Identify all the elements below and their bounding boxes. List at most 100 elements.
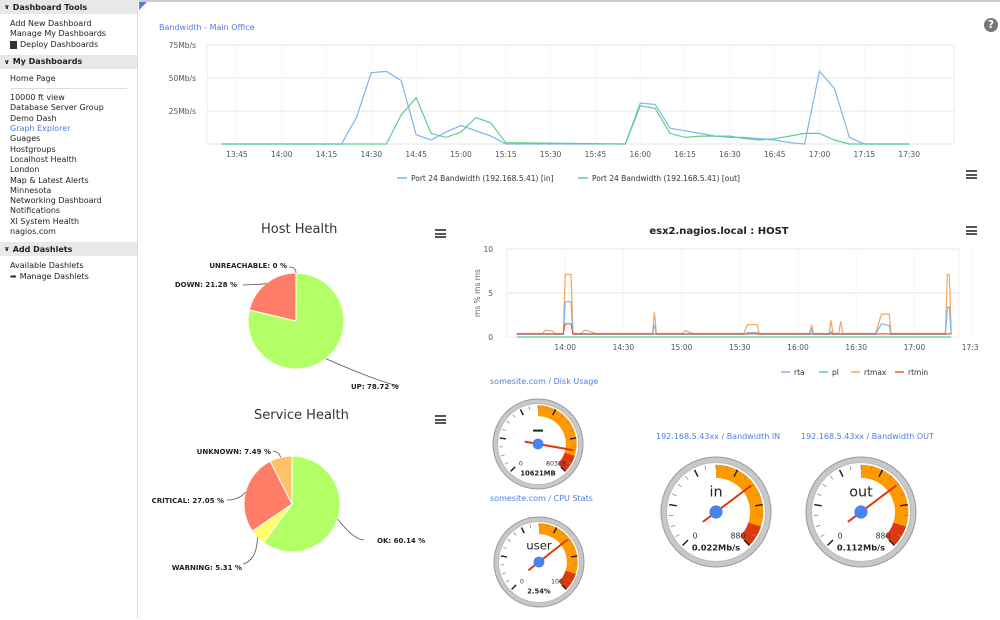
legend-item-rta: rta xyxy=(794,368,805,377)
add-new-dashboard-link[interactable]: Add New Dashboard xyxy=(10,19,137,29)
pie-data-label: UNKNOWN: 7.49 % xyxy=(197,448,271,456)
sidebar-item-dashboard[interactable]: nagios.com xyxy=(10,227,137,237)
gauge-tick xyxy=(672,494,676,496)
gauge-tick xyxy=(562,585,566,589)
pie-connector xyxy=(338,519,364,540)
bandwidth-menu-icon[interactable] xyxy=(966,170,977,179)
gauge-tick xyxy=(566,421,569,423)
legend-item-rtmax: rtmax xyxy=(864,368,887,377)
x-tick-label: 15:45 xyxy=(585,150,607,159)
gauge-face xyxy=(812,463,911,562)
cpu-stats-link[interactable]: somesite.com / CPU Stats xyxy=(490,494,593,503)
gauge-tick xyxy=(501,556,507,557)
gauge-tick xyxy=(530,524,531,528)
pie-data-label: WARNING: 5.31 % xyxy=(172,564,242,572)
gauge-tick xyxy=(676,534,680,536)
gauge-tick xyxy=(507,421,510,423)
gauge-tick xyxy=(514,533,516,536)
sidebar-item-dashboard[interactable]: Hostgroups xyxy=(10,145,137,155)
gauge-min: 0 xyxy=(519,461,523,468)
sidebar-item-dashboard[interactable]: London xyxy=(10,165,137,175)
gauge-tick xyxy=(571,547,574,548)
host-health-pie: UP: 78.72 % DOWN: 21.28 % UNREACHABLE: 0 % xyxy=(139,242,459,427)
gauge-label: in xyxy=(709,485,722,501)
pie-data-label: UNREACHABLE: 0 % xyxy=(209,262,287,270)
gauge-tick xyxy=(553,410,556,416)
gauge-1: user01002.54% xyxy=(494,517,584,607)
sidebar-item-dashboard[interactable]: Networking Dashboard xyxy=(10,196,137,206)
available-dashlets-link[interactable]: Available Dashlets xyxy=(10,261,137,271)
gauge-tick xyxy=(546,406,547,410)
x-tick-label: 16:45 xyxy=(764,150,786,159)
gauge-warning-zone xyxy=(538,405,577,456)
gauge-warning-zone xyxy=(539,523,578,574)
bandwidth-in-link[interactable]: 192.168.5.43xx / Bandwidth IN xyxy=(656,432,780,441)
gauge-tick xyxy=(554,528,557,534)
gauge-tick xyxy=(569,580,572,582)
home-page-link[interactable]: Home Page xyxy=(10,74,137,84)
y-tick-label: 75Mb/s xyxy=(169,41,196,50)
gauge-tick xyxy=(830,476,833,479)
gauge-tick xyxy=(901,494,905,496)
x-tick-label: 14:45 xyxy=(405,150,427,159)
gauge-needle xyxy=(703,486,751,522)
sidebar-item-dashboard[interactable]: 10000 ft view xyxy=(10,93,137,103)
host-perf-chart: esx2.nagios.local : HOST0510ms % ms ms14… xyxy=(459,212,979,382)
gauge-tick xyxy=(562,533,564,536)
host-perf-menu-icon[interactable] xyxy=(966,226,977,235)
manage-my-dashboards-link[interactable]: Manage My Dashboards xyxy=(10,29,137,39)
gauge-tick xyxy=(898,534,902,536)
y-tick-label: 5 xyxy=(488,289,493,298)
gauge-tick xyxy=(744,540,749,545)
gauge-hub xyxy=(709,505,722,518)
x-tick-label: 16:00 xyxy=(787,343,809,352)
sidebar: ∨Dashboard Tools Add New Dashboard Manag… xyxy=(0,0,138,618)
gauge-face xyxy=(667,463,766,562)
x-tick-label: 14:00 xyxy=(554,343,576,352)
pie-connector xyxy=(273,451,281,457)
sidebar-item-dashboard[interactable]: Localhost Health xyxy=(10,155,137,165)
gauge-needle xyxy=(525,442,574,451)
sidebar-item-dashboard[interactable]: XI System Health xyxy=(10,217,137,227)
plot-area xyxy=(207,45,954,144)
gauge-tick xyxy=(678,484,682,487)
section-header-add-dashlets[interactable]: ∨Add Dashlets xyxy=(0,242,137,256)
chevron-down-icon: ∨ xyxy=(4,3,10,11)
section-header-my-dashboards[interactable]: ∨My Dashboards xyxy=(0,55,137,69)
host-health-title: Host Health xyxy=(261,222,337,237)
disk-usage-link[interactable]: somesite.com / Disk Usage xyxy=(490,377,598,386)
sidebar-item-dashboard[interactable]: Demo Dash xyxy=(10,114,137,124)
gauge-tick xyxy=(705,466,706,470)
x-tick-label: 16:30 xyxy=(845,343,867,352)
y-tick-label: 25Mb/s xyxy=(169,107,196,116)
x-tick-label: 15:00 xyxy=(671,343,693,352)
x-tick-label: 17:30 xyxy=(962,343,979,352)
gauge-readout: 10621MB xyxy=(520,470,555,478)
gauge-label: user xyxy=(526,538,552,552)
sidebar-item-dashboard[interactable]: Graph Explorer xyxy=(10,124,137,134)
gauge-tick xyxy=(547,524,548,528)
bandwidth-out-link[interactable]: 192.168.5.43xx / Bandwidth OUT xyxy=(801,432,934,441)
gauge-tick xyxy=(561,467,565,471)
sidebar-item-dashboard[interactable]: Minnesota xyxy=(10,186,137,196)
gauge-label: out xyxy=(849,485,873,501)
manage-dashlets-link[interactable]: ➦Manage Dashlets xyxy=(10,272,137,282)
sidebar-item-dashboard[interactable]: Database Server Group xyxy=(10,103,137,113)
host-health-menu-icon[interactable] xyxy=(435,229,446,238)
sidebar-item-dashboard[interactable]: Notifications xyxy=(10,206,137,216)
gauge-needle xyxy=(848,486,896,522)
gauge-tick xyxy=(896,484,900,487)
sidebar-item-dashboard[interactable]: Map & Latest Alerts xyxy=(10,176,137,186)
pie-data-label: UP: 78.72 % xyxy=(351,383,399,391)
gauge-0: 08031810621MB xyxy=(493,399,583,489)
section-header-dashboard-tools[interactable]: ∨Dashboard Tools xyxy=(0,0,137,14)
gauge-tick xyxy=(572,573,575,574)
pie-connector xyxy=(289,267,296,273)
service-health-menu-icon[interactable] xyxy=(435,415,446,424)
x-tick-label: 14:30 xyxy=(361,150,383,159)
sidebar-item-dashboard[interactable]: Guages xyxy=(10,134,137,144)
gauge-tick xyxy=(520,410,523,416)
x-tick-label: 15:15 xyxy=(495,150,517,159)
pie-data-label: DOWN: 21.28 % xyxy=(175,281,237,289)
deploy-dashboards-link[interactable]: Deploy Dashboards xyxy=(10,40,137,50)
